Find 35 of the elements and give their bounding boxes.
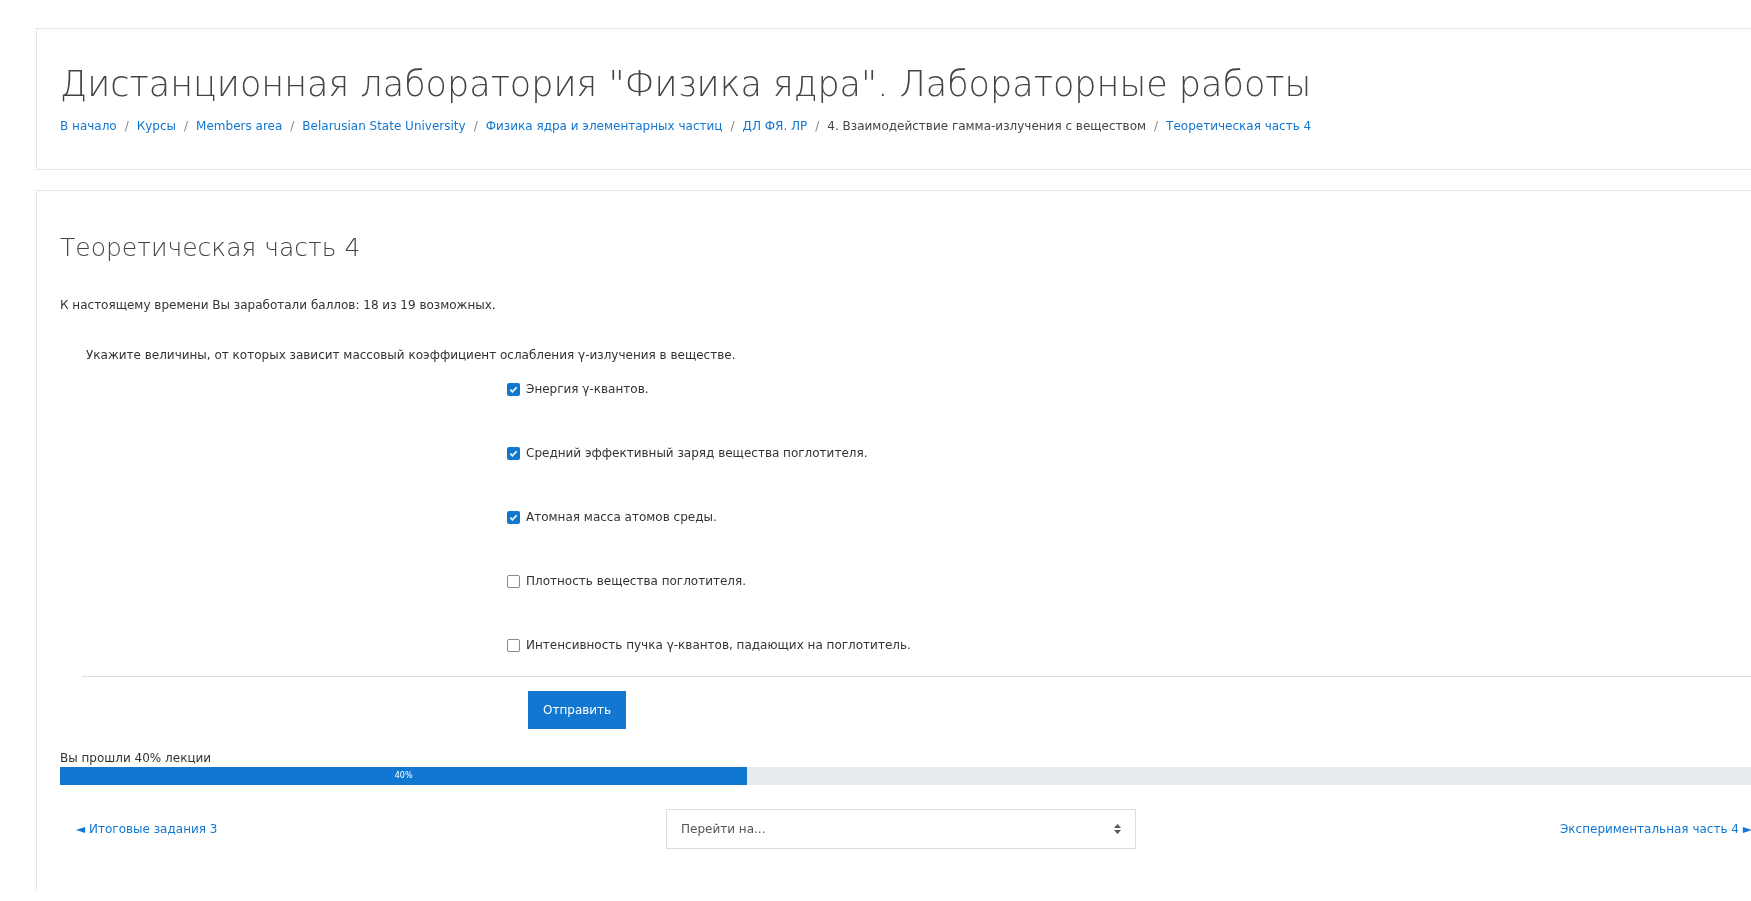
question-text: Укажите величины, от которых зависит массовый коэффициент ослабления γ-излучения в веществе.: [86, 347, 737, 365]
breadcrumb-item: 4. Взаимодействие гамма-излучения с веществом: [827, 117, 1147, 135]
answer-option[interactable]: Атомная масса атомов среды.: [507, 508, 1751, 527]
breadcrumb-separator: /: [184, 117, 189, 135]
breadcrumb-link[interactable]: Курсы: [136, 116, 177, 135]
breadcrumb-separator: /: [815, 117, 820, 135]
breadcrumb-separator: /: [290, 117, 295, 135]
section-heading: Теоретическая часть 4: [60, 231, 362, 264]
breadcrumb-separator: /: [1154, 117, 1159, 135]
breadcrumb-link[interactable]: Members area: [196, 116, 283, 135]
breadcrumb-separator: /: [473, 117, 478, 135]
progress-reading: 40%: [394, 770, 413, 783]
answer-option[interactable]: Плотность вещества поглотителя.: [507, 572, 1751, 591]
submit-button[interactable]: Отправить: [528, 691, 627, 730]
checkbox[interactable]: [507, 510, 520, 524]
jump-select[interactable]: Перейти на...: [666, 809, 1136, 850]
checkbox[interactable]: [507, 446, 520, 460]
sort-arrows-icon: [1114, 824, 1121, 835]
breadcrumb-link[interactable]: Теоретическая часть 4: [1166, 116, 1312, 135]
previous-page-link[interactable]: ◄ Итоговые задания 3: [76, 820, 666, 839]
breadcrumb-separator: /: [730, 117, 735, 135]
breadcrumb-link[interactable]: ДЛ ФЯ. ЛР: [742, 116, 808, 135]
checkbox[interactable]: [507, 574, 520, 588]
score-text: К настоящему времени Вы заработали баллов: 18 из 19 возможных.: [60, 297, 497, 315]
breadcrumb-link[interactable]: В начало: [60, 116, 117, 135]
checkbox[interactable]: [507, 382, 520, 396]
answer-option[interactable]: Средний эффективный заряд вещества поглотителя.: [507, 444, 1751, 463]
breadcrumb-separator: /: [124, 117, 129, 135]
answer-option[interactable]: Интенсивность пучка γ-квантов, падающих на поглотитель.: [507, 636, 1751, 655]
checkbox[interactable]: [507, 638, 520, 652]
answer-option[interactable]: Энергия γ-квантов.: [507, 380, 1751, 399]
progress-label: Вы прошли 40% лекции: [60, 750, 213, 768]
breadcrumb-link[interactable]: Belarusian State University: [302, 116, 466, 135]
page-title: Дистанционная лаборатория "Физика ядра". Лабораторные работы: [60, 63, 1313, 106]
breadcrumb-link[interactable]: Физика ядра и элементарных частиц: [485, 116, 723, 135]
